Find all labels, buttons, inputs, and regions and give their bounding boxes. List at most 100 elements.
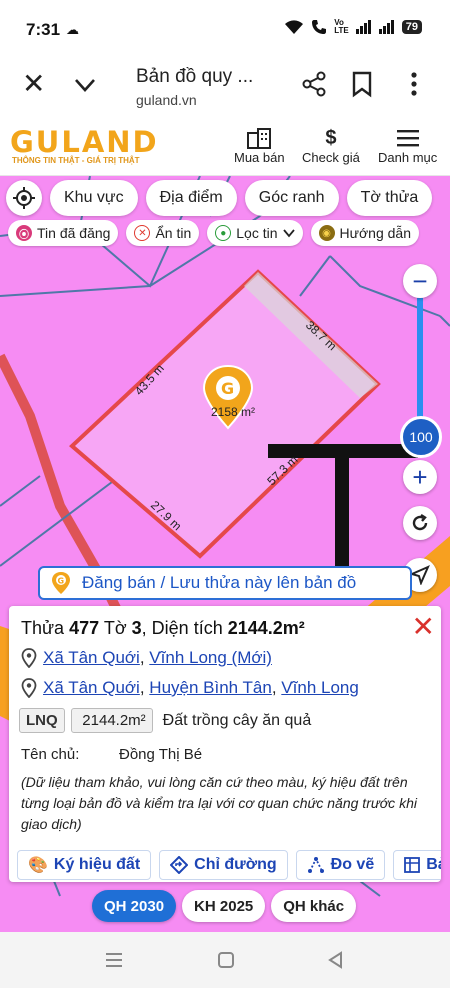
refresh-button[interactable] bbox=[403, 506, 437, 540]
district-link[interactable]: Huyện Bình Tân bbox=[149, 678, 272, 697]
palette-icon: 🎨 bbox=[28, 857, 48, 874]
commune-link[interactable]: Xã Tân Quới bbox=[43, 678, 140, 697]
action-bar: 🎨 Ký hiệu đất Chỉ đường Đo vẽ Bảng bbox=[17, 850, 441, 880]
province-link[interactable]: Vĩnh Long (Mới) bbox=[149, 648, 272, 667]
refresh-icon bbox=[412, 513, 428, 531]
battery-icon: 79 bbox=[401, 20, 422, 34]
call-icon bbox=[312, 20, 327, 34]
buy-sell-menu[interactable]: Mua bán bbox=[234, 126, 285, 165]
guide-chip[interactable]: ◉ Hướng dẫn bbox=[310, 220, 419, 246]
status-bar: 7:31 ☁ Vo LTE 79 bbox=[0, 0, 450, 56]
parcel-area-label: 2158 m² bbox=[211, 405, 255, 419]
recent-apps-icon[interactable] bbox=[104, 950, 124, 970]
status-time: 7:31 bbox=[26, 20, 61, 39]
navigation-arrow-icon bbox=[410, 565, 430, 585]
guland-logo[interactable]: GULAND bbox=[10, 125, 159, 159]
disclaimer-note: (Dữ liệu tham khảo, vui lòng căn cứ theo… bbox=[21, 774, 417, 832]
filter-listings-label: Lọc tin bbox=[236, 225, 278, 241]
sheet-lot-filter-chip[interactable]: Tờ thửa bbox=[346, 180, 433, 216]
bookmark-icon[interactable] bbox=[350, 70, 374, 98]
lot-prefix: Thửa bbox=[21, 618, 65, 638]
wifi-icon bbox=[285, 20, 304, 34]
hide-listings-label: Ẩn tin bbox=[155, 225, 192, 241]
filter-listings-chip[interactable]: ● Lọc tin bbox=[207, 220, 303, 246]
parcel-title: Thửa 477 Tờ 3, Diện tích 2144.2m² bbox=[21, 618, 305, 639]
owner-name: Đồng Thị Bé bbox=[119, 746, 203, 763]
area-filter-chip[interactable]: Khu vực bbox=[50, 180, 138, 216]
zoom-in-button[interactable]: + bbox=[403, 460, 437, 494]
dollar-icon: $ bbox=[325, 126, 337, 149]
address-new: Xã Tân Quới, Vĩnh Long (Mới) bbox=[21, 648, 272, 668]
place-filter-chip[interactable]: Địa điểm bbox=[145, 180, 237, 216]
zoom-out-button[interactable]: − bbox=[403, 264, 437, 298]
crosshair-icon bbox=[13, 187, 35, 209]
more-vertical-icon[interactable] bbox=[408, 70, 420, 98]
table-icon bbox=[404, 857, 421, 873]
my-location-button[interactable] bbox=[6, 180, 42, 216]
directions-button[interactable]: Chỉ đường bbox=[159, 850, 288, 880]
sheet-prefix: Tờ bbox=[103, 618, 127, 638]
secondary-filter-bar: ⦿ Tin đã đăng ✕ Ẩn tin ● Lọc tin ◉ Hướng… bbox=[8, 220, 419, 246]
guland-pin-icon: G bbox=[52, 572, 70, 594]
filter-bar: Khu vực Địa điểm Góc ranh Tờ thửa bbox=[6, 180, 433, 216]
zoom-level-handle[interactable]: 100 bbox=[400, 416, 442, 458]
guide-label: Hướng dẫn bbox=[339, 225, 411, 241]
measure-icon bbox=[307, 856, 324, 873]
land-use-row: LNQ 2144.2m² Đất trồng cây ăn quả bbox=[19, 708, 311, 733]
land-symbol-label: Ký hiệu đất bbox=[53, 856, 141, 873]
table-button[interactable]: Bảng bbox=[393, 850, 441, 880]
minus-icon: − bbox=[412, 265, 428, 296]
road-symbol-stem bbox=[335, 458, 349, 568]
close-icon[interactable]: ✕ bbox=[22, 70, 45, 98]
directions-icon bbox=[170, 856, 189, 874]
land-code-badge: LNQ bbox=[19, 708, 65, 733]
check-price-menu[interactable]: $ Check giá bbox=[302, 126, 360, 166]
check-price-label: Check giá bbox=[302, 150, 360, 165]
measure-button[interactable]: Đo vẽ bbox=[295, 850, 386, 880]
table-label: Bảng bbox=[426, 856, 441, 873]
plan-2025-toggle[interactable]: KH 2025 bbox=[182, 890, 266, 922]
zoom-slider-track[interactable] bbox=[417, 298, 423, 418]
corner-filter-chip[interactable]: Góc ranh bbox=[244, 180, 339, 216]
address-old: Xã Tân Quới, Huyện Bình Tân, Vĩnh Long bbox=[21, 678, 359, 698]
location-icon: ● bbox=[215, 225, 232, 241]
map-pin-icon: ⦿ bbox=[16, 225, 32, 241]
sheet-number: 3 bbox=[131, 618, 142, 638]
system-nav-bar bbox=[0, 932, 450, 988]
other-plan-toggle[interactable]: QH khác bbox=[271, 890, 357, 922]
app-header: GULAND THÔNG TIN THẬT - GIÁ TRỊ THẬT Mua… bbox=[0, 118, 450, 176]
measure-label: Đo vẽ bbox=[330, 856, 375, 873]
post-banner-label: Đăng bán / Lưu thửa này lên bản đồ bbox=[82, 573, 357, 592]
post-parcel-banner[interactable]: G Đăng bán / Lưu thửa này lên bản đồ bbox=[38, 566, 412, 600]
parcel-area: 2144.2m² bbox=[227, 618, 305, 638]
posted-listings-chip[interactable]: ⦿ Tin đã đăng bbox=[8, 220, 119, 246]
share-icon[interactable] bbox=[300, 70, 328, 98]
location-pin-icon bbox=[21, 678, 37, 698]
posted-listings-label: Tin đã đăng bbox=[37, 225, 111, 241]
page-title: Bản đồ quy ... bbox=[136, 66, 254, 87]
volte-indicator: Vo LTE bbox=[334, 19, 349, 35]
chevron-down-icon[interactable] bbox=[72, 72, 98, 98]
svg-text:G: G bbox=[58, 577, 65, 586]
location-pin-icon bbox=[21, 648, 37, 668]
cloud-icon: ☁ bbox=[66, 22, 79, 37]
owner-label: Tên chủ: bbox=[21, 746, 80, 763]
status-icons: Vo LTE 79 bbox=[284, 19, 422, 35]
commune-link[interactable]: Xã Tân Quới bbox=[43, 648, 140, 667]
catalog-menu[interactable]: Danh mục bbox=[378, 126, 437, 165]
land-symbol-button[interactable]: 🎨 Ký hiệu đất bbox=[17, 850, 152, 880]
plan-toggles: QH 2030 KH 2025 QH khác bbox=[92, 890, 357, 922]
close-panel-icon[interactable]: ✕ bbox=[412, 610, 435, 643]
home-icon[interactable] bbox=[216, 950, 236, 970]
svg-text:G: G bbox=[221, 379, 234, 398]
hide-listings-chip[interactable]: ✕ Ẩn tin bbox=[126, 220, 200, 246]
chevron-down-icon bbox=[282, 229, 295, 238]
plan-2030-toggle[interactable]: QH 2030 bbox=[92, 890, 177, 922]
buy-sell-label: Mua bán bbox=[234, 150, 285, 165]
land-area-value: 2144.2m² bbox=[70, 708, 153, 733]
back-icon[interactable] bbox=[326, 950, 346, 970]
province-link[interactable]: Vĩnh Long bbox=[281, 678, 359, 697]
logo-tagline: THÔNG TIN THẬT - GIÁ TRỊ THẬT bbox=[12, 156, 140, 165]
building-icon bbox=[234, 126, 285, 150]
signal-icon bbox=[355, 20, 371, 34]
